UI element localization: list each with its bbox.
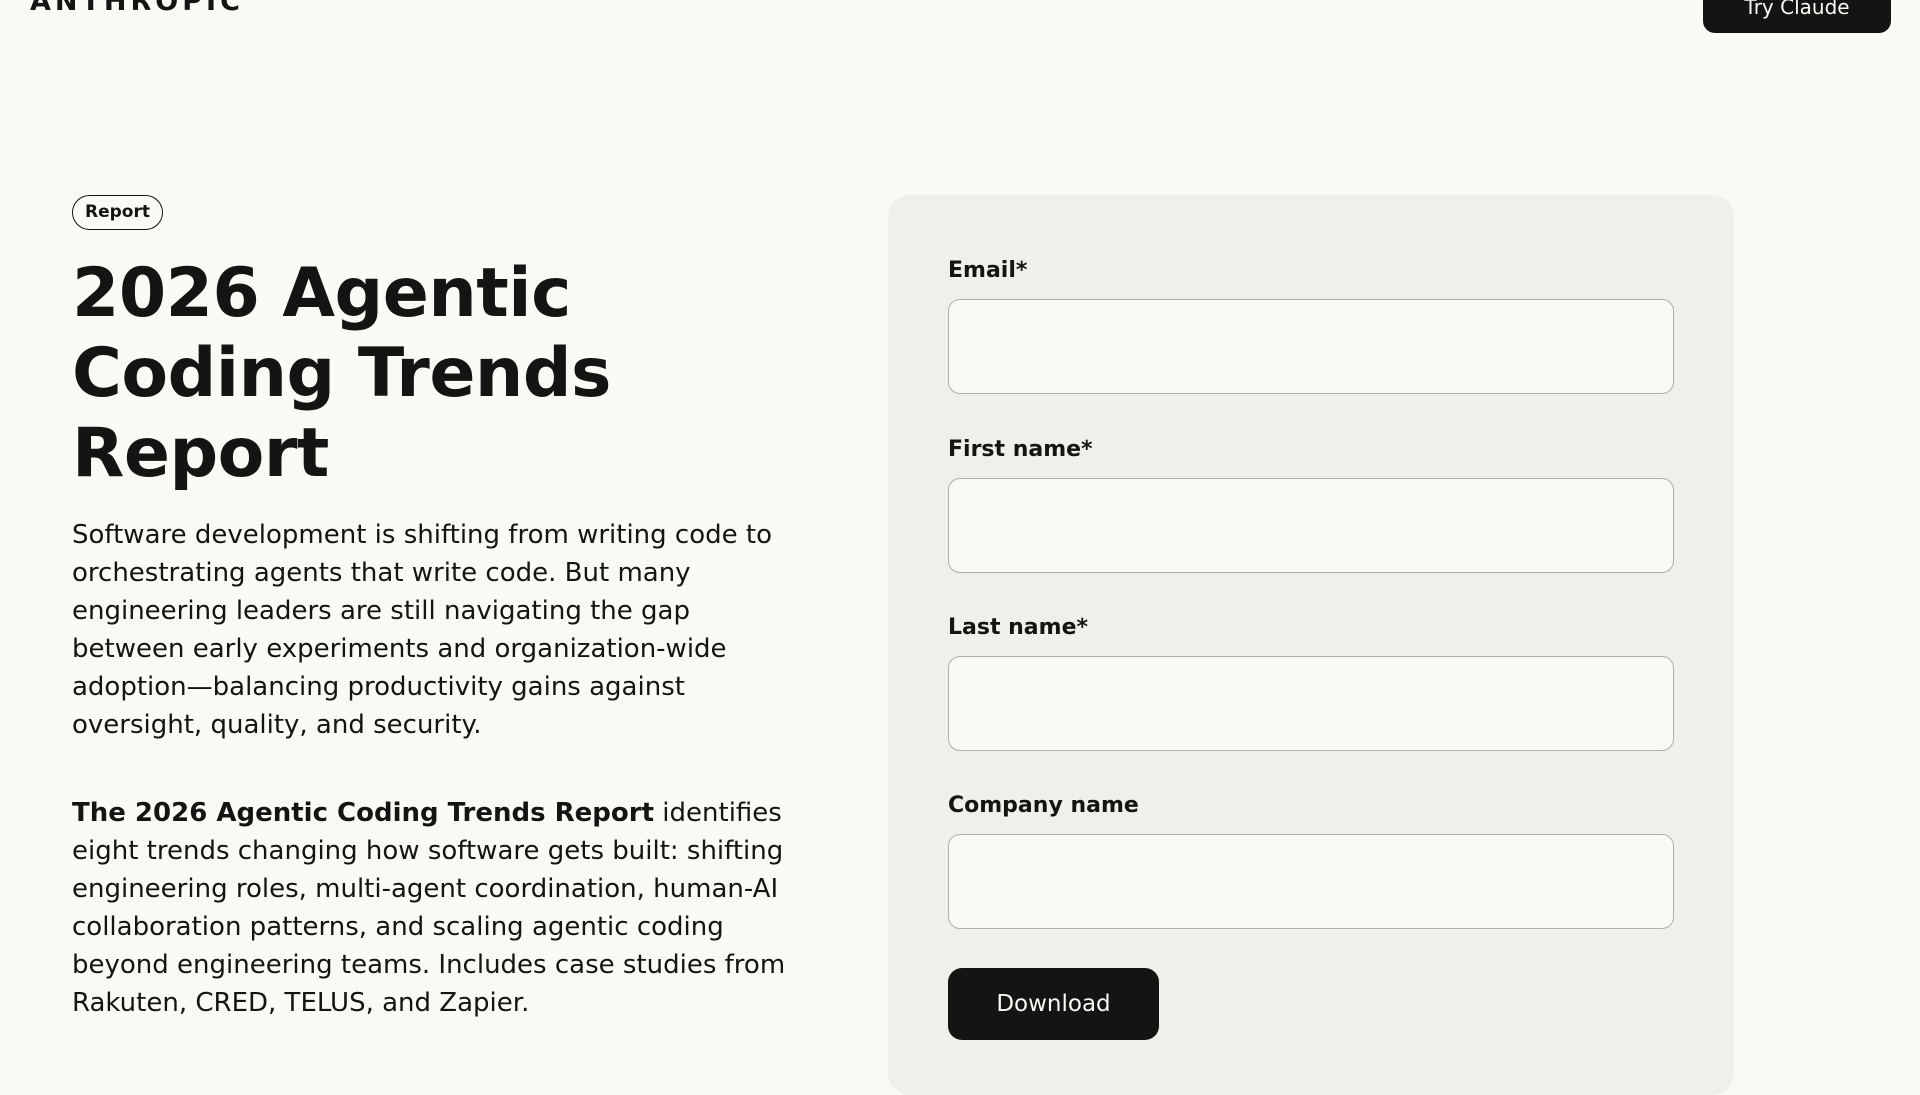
report-description: Software development is shifting from wr… [72, 520, 772, 741]
anthropic-logo[interactable]: ANTHROPIC [30, 0, 244, 15]
company-input[interactable] [948, 834, 1674, 929]
email-field-group: Email* [948, 257, 1674, 394]
email-input[interactable] [948, 299, 1674, 394]
top-navigation: ANTHROPIC Try Claude [0, 0, 1920, 40]
download-form: Email* First name* Last name* Company na… [888, 195, 1734, 1095]
first-name-field-group: First name* [948, 436, 1674, 573]
company-field-group: Company name [948, 792, 1674, 929]
download-button[interactable]: Download [948, 968, 1159, 1040]
report-badge: Report [72, 195, 163, 231]
first-name-label: First name* [948, 437, 1093, 462]
email-label: Email* [948, 258, 1028, 283]
first-name-input[interactable] [948, 478, 1674, 573]
company-label: Company name [948, 793, 1139, 818]
report-intro: Report 2026 Agentic Coding Trends Report… [72, 195, 792, 1022]
last-name-input[interactable] [948, 656, 1674, 751]
try-claude-button[interactable]: Try Claude [1703, 0, 1891, 33]
last-name-label: Last name* [948, 615, 1088, 640]
report-summary: The 2026 Agentic Coding Trends Report id… [72, 794, 792, 1022]
report-summary-title: The 2026 Agentic Coding Trends Report [72, 798, 655, 829]
page-title: 2026 Agentic Coding Trends Report [72, 254, 612, 494]
last-name-field-group: Last name* [948, 614, 1674, 751]
report-summary-text: identifies eight trends changing how sof… [72, 798, 786, 1019]
